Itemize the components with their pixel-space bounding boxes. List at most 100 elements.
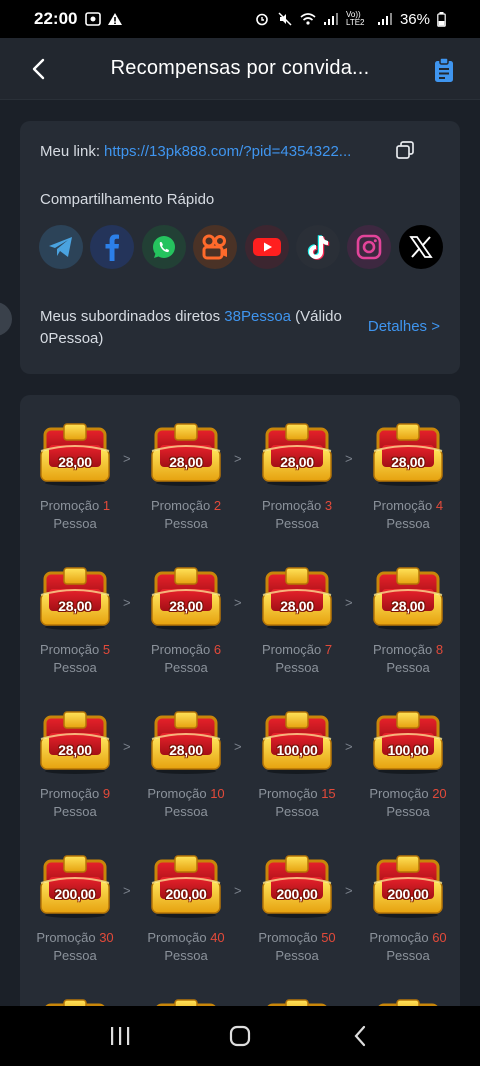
floating-side-handle[interactable] [0, 302, 12, 336]
treasure-chest-icon[interactable]: 200,00 [37, 853, 113, 919]
reward-requirement: Promoção 15 Pessoa [247, 785, 347, 821]
subordinates-count: 38Pessoa [224, 308, 291, 325]
reward-label-text: Promoção [258, 786, 318, 801]
reward-tile[interactable]: 100,00 Promoção 15 Pessoa [247, 709, 347, 821]
progress-arrow: > [123, 595, 131, 610]
reward-tile[interactable]: 200,00 Promoção 60 Pessoa [358, 853, 458, 965]
reward-label-text: Promoção [372, 642, 433, 657]
reward-unit: Pessoa [386, 660, 430, 675]
progress-arrow: > [345, 451, 353, 466]
reward-amount: 28,00 [280, 598, 314, 614]
app-header: Recompensas por convida... [0, 38, 480, 100]
battery-percent: 36% [399, 10, 430, 28]
treasure-chest-icon[interactable]: 28,00 [148, 709, 224, 775]
reward-count: 5 [102, 642, 111, 657]
reward-tile[interactable]: 200,00 Promoção 30 Pessoa [25, 853, 125, 965]
reward-label-text: Promoção [39, 642, 100, 657]
reward-tile[interactable]: 28,00 Promoção 5 Pessoa [25, 565, 125, 677]
copy-icon[interactable] [395, 140, 415, 160]
treasure-chest-icon[interactable]: 200,00 [148, 853, 224, 919]
reward-label-text: Promoção [36, 930, 96, 945]
reward-tile[interactable]: 28,00 Promoção 8 Pessoa [358, 565, 458, 677]
chevron-left-icon[interactable] [26, 55, 54, 83]
treasure-chest-icon[interactable]: 28,00 [259, 421, 335, 487]
reward-amount: 28,00 [169, 742, 203, 758]
reward-count: 50 [321, 930, 336, 945]
reward-label-text: Promoção [39, 786, 100, 801]
treasure-chest-icon[interactable]: 200,00 [259, 853, 335, 919]
treasure-chest-icon[interactable]: 28,00 [259, 565, 335, 631]
recent-apps-icon [111, 1027, 130, 1045]
reward-count: 4 [435, 498, 444, 513]
treasure-chest-icon[interactable]: 28,00 [37, 709, 113, 775]
treasure-chest-icon[interactable]: 28,00 [37, 421, 113, 487]
reward-label-text: Promoção [147, 930, 207, 945]
details-link[interactable]: Detalhes > [368, 318, 440, 335]
reward-tile[interactable]: 28,00 Promoção 1 Pessoa [25, 421, 125, 533]
back-button[interactable] [340, 1016, 380, 1056]
reward-tile[interactable]: 200,00 Promoção 40 Pessoa [136, 853, 236, 965]
x-share-button[interactable] [398, 225, 443, 269]
youtube-share-button[interactable] [244, 225, 289, 269]
reward-requirement: Promoção 2 Pessoa [136, 497, 236, 533]
treasure-chest-icon[interactable]: 28,00 [148, 421, 224, 487]
reward-amount: 28,00 [169, 454, 203, 470]
reward-unit: Pessoa [164, 804, 208, 819]
reward-count: 10 [210, 786, 225, 801]
reward-tile[interactable]: 200,00 Promoção 50 Pessoa [247, 853, 347, 965]
reward-tile[interactable]: 28,00 Promoção 3 Pessoa [247, 421, 347, 533]
reward-unit: Pessoa [164, 516, 208, 531]
reward-tile[interactable]: 28,00 Promoção 4 Pessoa [358, 421, 458, 533]
subordinates-info: Meus subordinados diretos 38Pessoa (Váli… [40, 306, 360, 350]
reward-tile[interactable]: 28,00 Promoção 7 Pessoa [247, 565, 347, 677]
reward-requirement: Promoção 20 Pessoa [358, 785, 458, 821]
invite-link-url[interactable]: https://13pk888.com/?pid=4354322... [104, 143, 351, 160]
reward-tile[interactable]: 28,00 Promoção 10 Pessoa [136, 709, 236, 821]
reward-count: 1 [102, 498, 111, 513]
clipboard-icon[interactable] [432, 57, 456, 83]
invite-card: Meu link: https://13pk888.com/?pid=43543… [20, 121, 460, 374]
reward-tile[interactable]: 28,00 Promoção 9 Pessoa [25, 709, 125, 821]
facebook-icon [105, 234, 120, 261]
battery-icon [437, 11, 446, 27]
recent-apps-button[interactable] [100, 1016, 140, 1056]
reward-tile[interactable]: 28,00 Promoção 6 Pessoa [136, 565, 236, 677]
progress-arrow: > [345, 739, 353, 754]
treasure-chest-icon[interactable]: 28,00 [37, 565, 113, 631]
subordinates-prefix: Meus subordinados diretos [40, 308, 225, 325]
treasure-chest-icon[interactable]: 28,00 [370, 421, 446, 487]
home-button[interactable] [220, 1016, 260, 1056]
instagram-icon [357, 234, 382, 260]
progress-arrow: > [123, 739, 131, 754]
signal-icon [323, 13, 338, 25]
reward-requirement: Promoção 3 Pessoa [247, 497, 347, 533]
reward-label-text: Promoção [150, 642, 211, 657]
share-title: Compartilhamento Rápido [40, 191, 215, 208]
facebook-share-button[interactable] [90, 225, 135, 269]
telegram-share-button[interactable] [39, 225, 83, 269]
reward-count: 9 [102, 786, 111, 801]
reward-amount: 28,00 [58, 742, 92, 758]
treasure-chest-icon[interactable]: 200,00 [370, 853, 446, 919]
reward-count: 20 [432, 786, 447, 801]
wifi-icon [300, 13, 316, 25]
reward-tile[interactable]: 100,00 Promoção 20 Pessoa [358, 709, 458, 821]
treasure-chest-icon[interactable]: 100,00 [259, 709, 335, 775]
reward-count: 3 [324, 498, 333, 513]
reward-tile[interactable]: 28,00 Promoção 2 Pessoa [136, 421, 236, 533]
reward-unit: Pessoa [275, 660, 319, 675]
reward-amount: 200,00 [165, 886, 207, 902]
status-bar: 22:00 Vo)) LTE2 36% [0, 0, 480, 38]
tiktok-share-button[interactable] [295, 225, 340, 269]
reward-amount: 28,00 [391, 454, 425, 470]
treasure-chest-icon[interactable]: 28,00 [370, 565, 446, 631]
progress-arrow: > [234, 739, 242, 754]
reward-amount: 200,00 [54, 886, 96, 902]
reward-amount: 200,00 [276, 886, 318, 902]
warning-icon [108, 13, 123, 25]
treasure-chest-icon[interactable]: 28,00 [148, 565, 224, 631]
instagram-share-button[interactable] [347, 225, 392, 269]
kwai-share-button[interactable] [193, 225, 238, 269]
whatsapp-share-button[interactable] [141, 225, 186, 269]
treasure-chest-icon[interactable]: 100,00 [370, 709, 446, 775]
